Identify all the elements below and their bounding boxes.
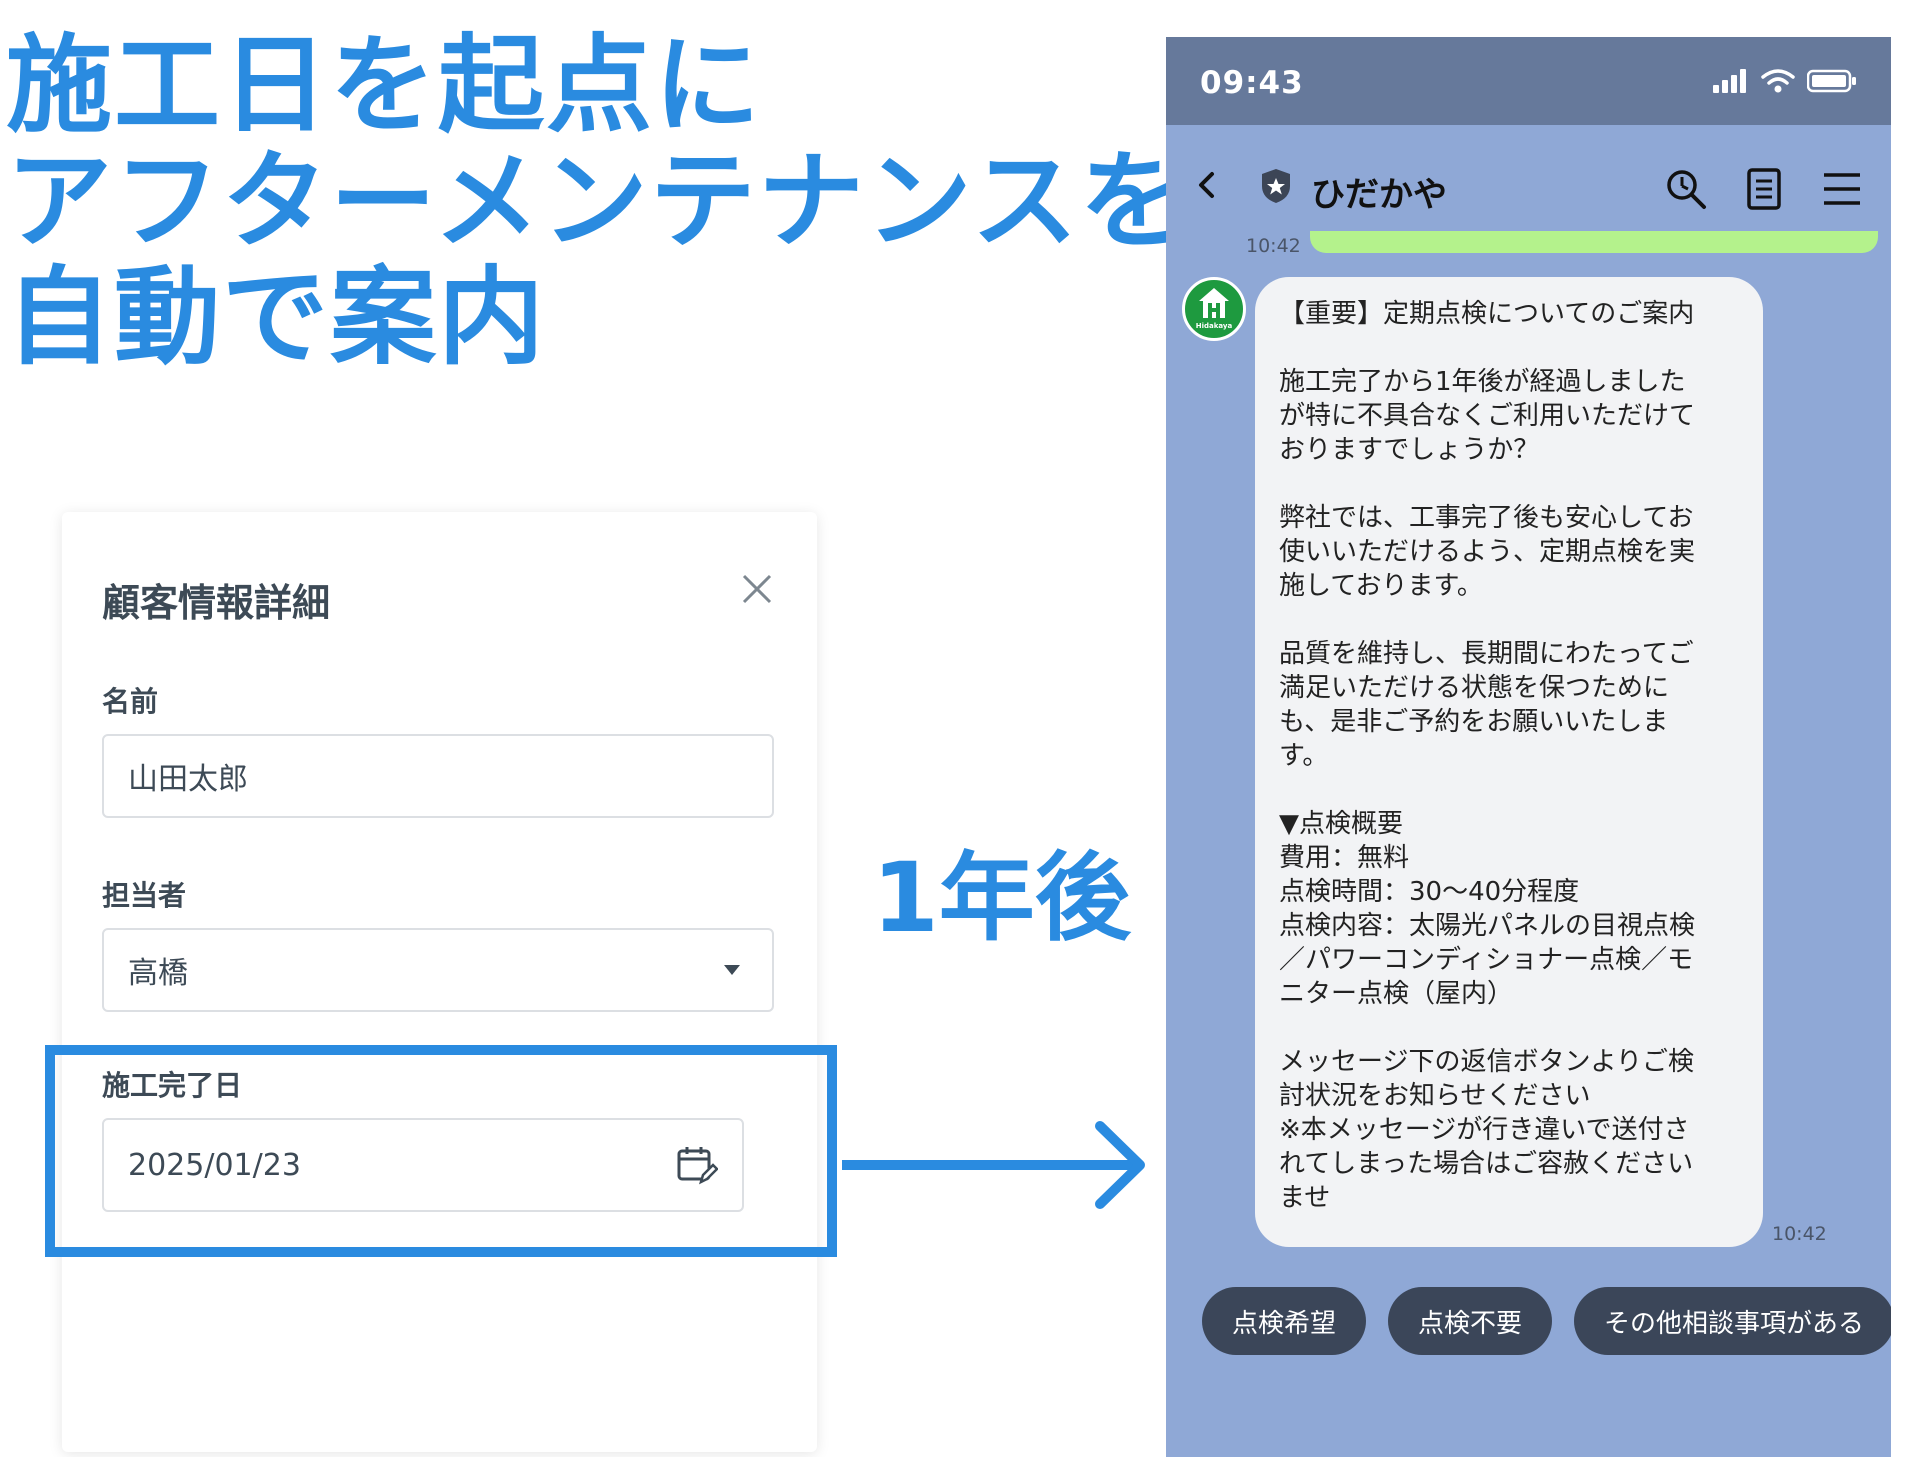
- status-time: 09:43: [1200, 65, 1304, 101]
- menu-icon[interactable]: [1820, 167, 1864, 211]
- chat-header: ひだかや: [1166, 125, 1891, 240]
- avatar[interactable]: Hidakaya: [1182, 277, 1246, 341]
- signal-icon: [1713, 69, 1746, 93]
- message-timestamp: 10:42: [1772, 1223, 1827, 1245]
- panel-title: 顧客情報詳細: [102, 581, 331, 625]
- headline-line-3: 自動で案内: [6, 256, 546, 379]
- name-field[interactable]: 山田太郎: [102, 734, 774, 818]
- back-chevron-icon[interactable]: [1196, 170, 1218, 200]
- quick-reply-inspection-not-needed[interactable]: 点検不要: [1388, 1287, 1553, 1355]
- quick-reply-inspection-wanted[interactable]: 点検希望: [1202, 1287, 1367, 1355]
- phone-screen: 09:43 ひだかや 10:42 Hidakaya 【重要】定期点検についてのご…: [1166, 37, 1891, 1457]
- caret-down-icon: [724, 965, 740, 975]
- headline-line-2: アフターメンテナンスを: [6, 140, 1188, 263]
- right-arrow-icon: [842, 1121, 1145, 1209]
- verified-shield-icon: [1262, 169, 1290, 203]
- headline: 施工日を起点に アフターメンテナンスを 自動で案内: [6, 28, 1188, 376]
- customer-detail-panel: 顧客情報詳細 名前 山田太郎 担当者 高橋 施工完了日 2025/01/23: [62, 512, 817, 1452]
- search-icon[interactable]: [1664, 167, 1708, 211]
- house-logo-icon: [1199, 288, 1229, 318]
- chat-name: ひだかや: [1311, 175, 1447, 215]
- status-icons: [1713, 69, 1857, 93]
- name-label: 名前: [102, 685, 159, 718]
- one-year-later-label: 1年後: [872, 842, 1131, 954]
- previous-message-timestamp: 10:42: [1246, 235, 1301, 257]
- name-value: 山田太郎: [128, 762, 248, 797]
- completion-date-highlight: [45, 1045, 837, 1257]
- avatar-text: Hidakaya: [1195, 322, 1233, 330]
- assignee-label: 担当者: [102, 879, 187, 912]
- assignee-value: 高橋: [128, 956, 188, 991]
- headline-line-1: 施工日を起点に: [6, 24, 762, 147]
- assignee-select[interactable]: 高橋: [102, 928, 774, 1012]
- notes-icon[interactable]: [1742, 167, 1786, 211]
- status-bar: 09:43: [1166, 37, 1891, 125]
- battery-icon: [1807, 69, 1856, 93]
- quick-reply-row: 点検希望 点検不要 その他相談事項がある: [1202, 1287, 1891, 1355]
- previous-message-bubble: [1310, 231, 1878, 253]
- wifi-icon: [1761, 69, 1795, 93]
- close-icon: [742, 574, 772, 604]
- message-bubble: 【重要】定期点検についてのご案内 施工完了から1年後が経過しました が特に不具合…: [1255, 277, 1763, 1247]
- close-button[interactable]: [737, 572, 777, 612]
- quick-reply-other-consultation[interactable]: その他相談事項がある: [1574, 1287, 1891, 1355]
